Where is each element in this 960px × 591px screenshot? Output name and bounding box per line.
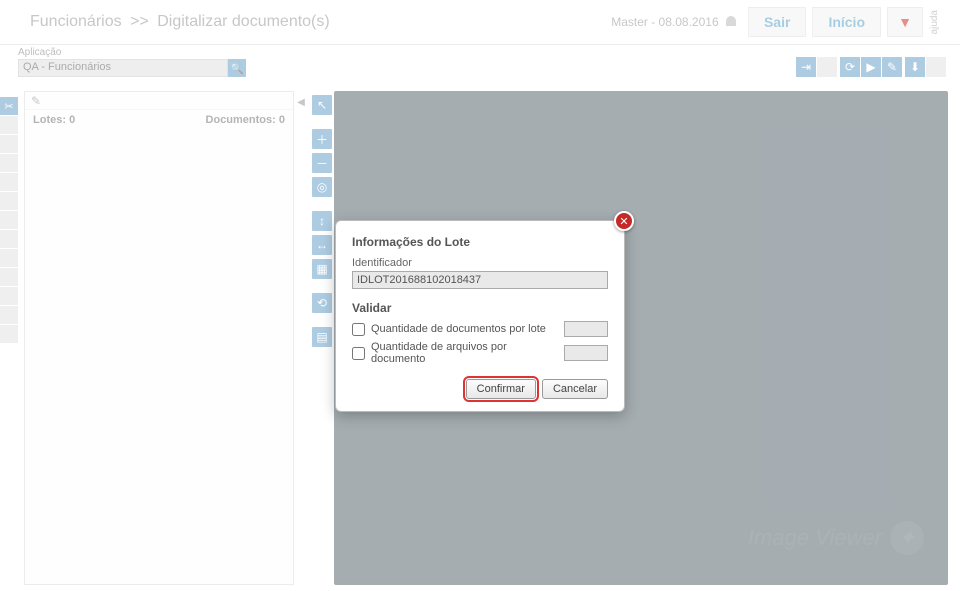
validate-files-per-doc-checkbox[interactable] [352, 347, 365, 360]
validate-docs-per-lot-input[interactable] [564, 321, 608, 337]
modal-overlay: ✕ Informações do Lote Identificador Vali… [0, 0, 960, 591]
identifier-label: Identificador [352, 257, 608, 269]
validate-docs-per-lot-checkbox[interactable] [352, 323, 365, 336]
validate-files-per-doc-row: Quantidade de arquivos por documento [352, 341, 608, 365]
confirm-button[interactable]: Confirmar [466, 379, 536, 399]
dialog-title: Informações do Lote [352, 235, 608, 249]
identifier-input[interactable] [352, 271, 608, 289]
validate-docs-per-lot-row: Quantidade de documentos por lote [352, 321, 608, 337]
validate-label: Validar [352, 301, 608, 315]
validate-docs-per-lot-label: Quantidade de documentos por lote [371, 323, 546, 335]
validate-files-per-doc-input[interactable] [564, 345, 608, 361]
close-icon[interactable]: ✕ [614, 211, 634, 231]
lot-info-dialog: ✕ Informações do Lote Identificador Vali… [335, 220, 625, 412]
cancel-button[interactable]: Cancelar [542, 379, 608, 399]
dialog-button-row: Confirmar Cancelar [352, 379, 608, 399]
validate-files-per-doc-label: Quantidade de arquivos por documento [371, 341, 558, 365]
